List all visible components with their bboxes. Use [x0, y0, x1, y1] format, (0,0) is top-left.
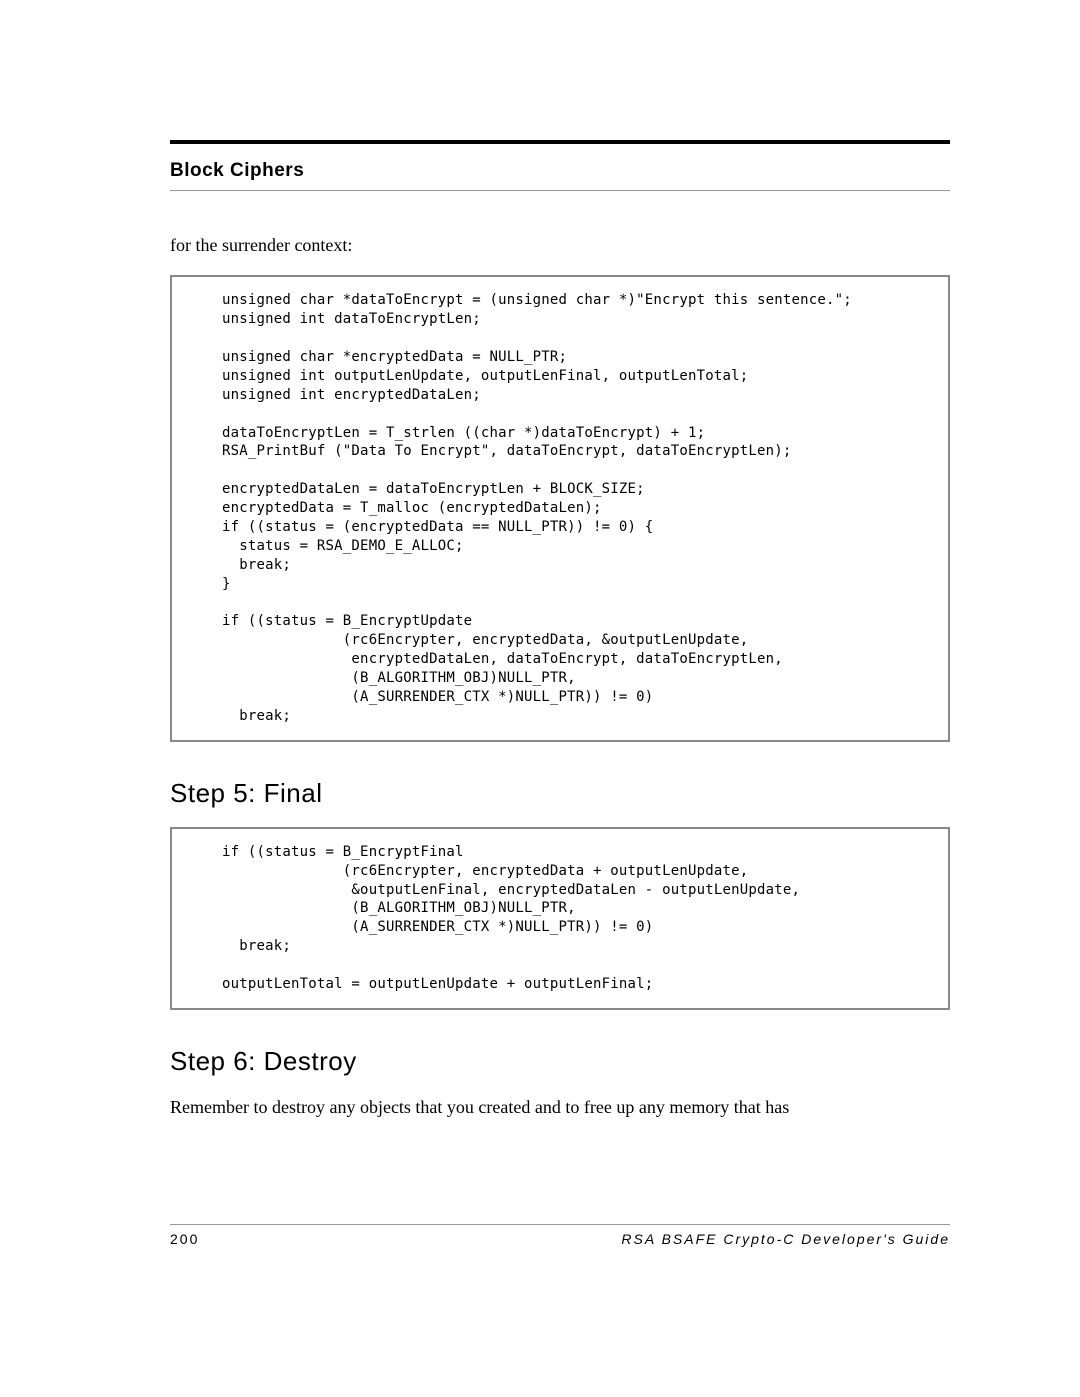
- footer: 200 RSA BSAFE Crypto-C Developer's Guide: [170, 1224, 950, 1247]
- intro-text: for the surrender context:: [170, 233, 950, 257]
- page: Block Ciphers for the surrender context:…: [0, 0, 1080, 1397]
- step5-heading: Step 5: Final: [170, 778, 950, 809]
- code-block-1: unsigned char *dataToEncrypt = (unsigned…: [170, 275, 950, 741]
- section-header: Block Ciphers: [170, 160, 950, 182]
- doc-title: RSA BSAFE Crypto-C Developer's Guide: [621, 1231, 950, 1247]
- rule-thick: [170, 140, 950, 144]
- page-number: 200: [170, 1231, 199, 1247]
- step6-body: Remember to destroy any objects that you…: [170, 1095, 950, 1119]
- rule-thin: [170, 190, 950, 191]
- step6-heading: Step 6: Destroy: [170, 1046, 950, 1077]
- code-block-2: if ((status = B_EncryptFinal (rc6Encrypt…: [170, 827, 950, 1010]
